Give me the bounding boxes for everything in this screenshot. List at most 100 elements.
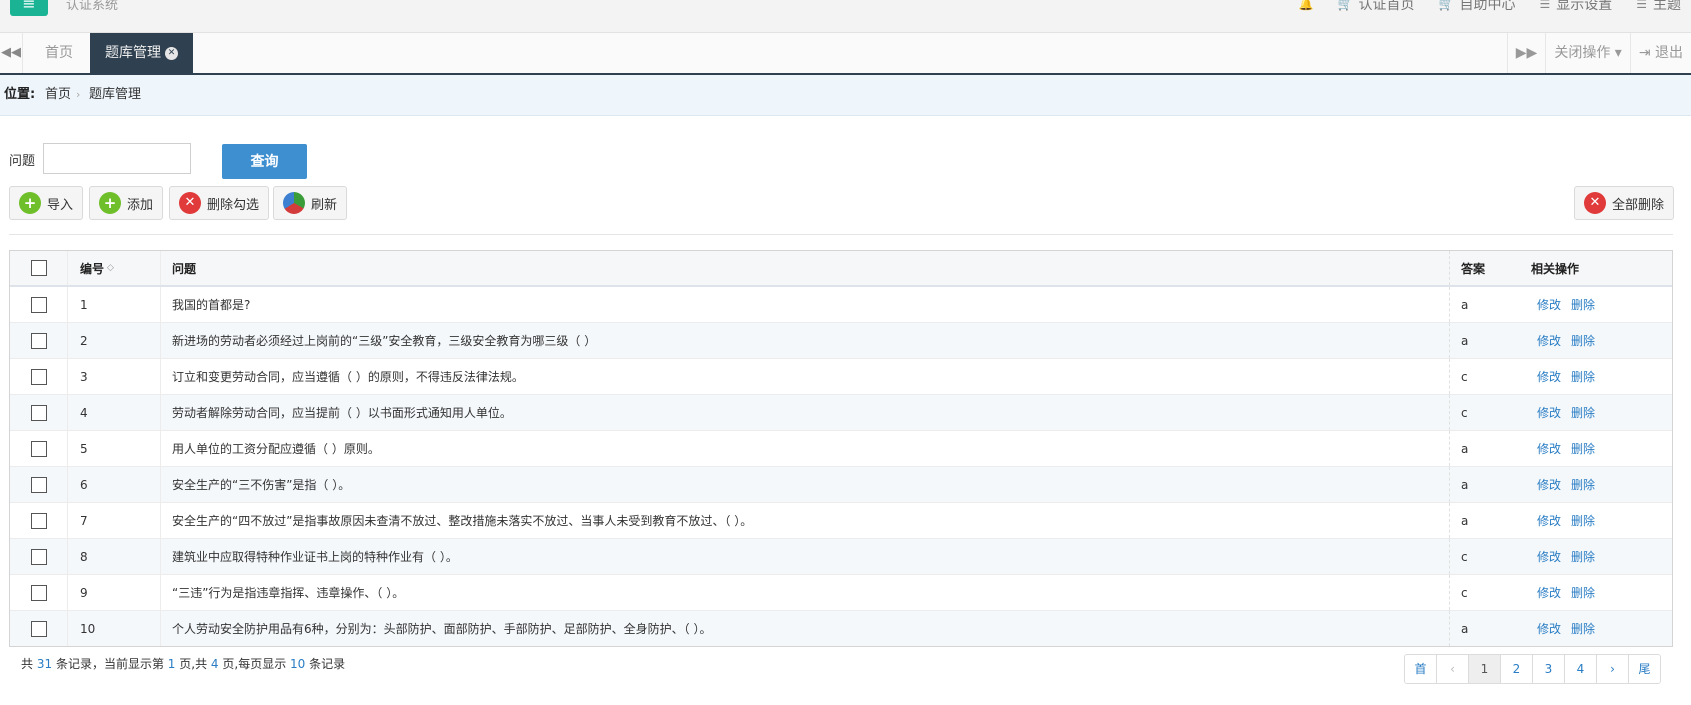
delete-link[interactable]: 删除 [1571, 296, 1595, 313]
edit-link[interactable]: 修改 [1537, 296, 1561, 313]
delete-link[interactable]: 删除 [1571, 332, 1595, 349]
logout-icon: ⇥ [1638, 45, 1655, 61]
row-actions: 修改 删除 [1523, 323, 1673, 358]
close-icon[interactable]: ✕ [165, 46, 178, 60]
row-id: 2 [68, 323, 161, 358]
row-question: 建筑业中应取得特种作业证书上岗的特种作业有（ ）。 [161, 539, 1450, 574]
list-icon: ☰ [1636, 0, 1647, 11]
nav-item-self-service[interactable]: 🛒 自助中心 [1439, 0, 1516, 14]
select-all-checkbox[interactable] [30, 260, 47, 276]
nav-item-theme[interactable]: ☰ 主题 [1636, 0, 1681, 14]
plus-circle-icon: + [19, 192, 41, 214]
x-circle-icon: ✕ [1584, 192, 1606, 214]
nav-item-display-settings[interactable]: ☰ 显示设置 [1539, 0, 1612, 14]
column-header-id[interactable]: 编号 ◇ [68, 251, 161, 285]
pager-page-1[interactable]: 1 [1468, 655, 1500, 683]
row-id: 8 [68, 539, 161, 574]
pager-page-2[interactable]: 2 [1500, 655, 1532, 683]
row-checkbox[interactable] [30, 512, 47, 529]
delete-link[interactable]: 删除 [1571, 368, 1595, 385]
delete-link[interactable]: 删除 [1571, 512, 1595, 529]
tab-question-bank[interactable]: 题库管理 ✕ [90, 33, 193, 73]
delete-link[interactable]: 删除 [1571, 620, 1595, 637]
pager-page-4[interactable]: 4 [1564, 655, 1596, 683]
delete-link[interactable]: 删除 [1571, 548, 1595, 565]
top-header: ≡ 认证系统 🔔 🛒 认证首页 🛒 自助中心 ☰ 显示设置 ☰ 主题 [0, 0, 1691, 33]
delete-link[interactable]: 删除 [1571, 476, 1595, 493]
row-actions: 修改 删除 [1523, 395, 1673, 430]
row-answer: a [1461, 621, 1469, 636]
row-question: 个人劳动安全防护用品有6种，分别为：头部防护、面部防护、手部防护、足部防护、全身… [161, 611, 1450, 646]
delete-link[interactable]: 删除 [1571, 404, 1595, 421]
tab-home[interactable]: 首页 [30, 33, 88, 73]
edit-link[interactable]: 修改 [1537, 332, 1561, 349]
tab-scroll-right-button[interactable]: ▶▶ [1506, 33, 1546, 73]
tab-controls: ▶▶ 关闭操作 ▾ ⇥ 退出 [1506, 33, 1691, 73]
add-button[interactable]: + 添加 [89, 186, 164, 220]
edit-link[interactable]: 修改 [1537, 404, 1561, 421]
sort-icon[interactable]: ◇ [107, 263, 114, 273]
row-checkbox[interactable] [30, 368, 47, 385]
row-question: 新进场的劳动者必须经过上岗前的“三级”安全教育，三级安全教育为哪三级（ ） [161, 323, 1450, 358]
menu-toggle-button[interactable]: ≡ [10, 0, 48, 16]
row-checkbox[interactable] [30, 440, 47, 457]
notification-bell[interactable]: 🔔 [1299, 0, 1314, 14]
row-checkbox[interactable] [30, 548, 47, 565]
row-select-cell [10, 359, 68, 394]
row-checkbox[interactable] [30, 476, 47, 493]
delete-selected-button[interactable]: ✕ 删除勾选 [169, 186, 270, 220]
row-checkbox[interactable] [30, 404, 47, 421]
query-button[interactable]: 查询 [222, 144, 307, 179]
delete-link[interactable]: 删除 [1571, 584, 1595, 601]
row-question: 订立和变更劳动合同，应当遵循（ ）的原则，不得违反法律法规。 [161, 359, 1450, 394]
system-title: 认证系统 [66, 0, 119, 13]
row-question: 安全生产的“四不放过”是指事故原因未查清不放过、整改措施未落实不放过、当事人未受… [161, 503, 1450, 538]
row-actions: 修改 删除 [1523, 575, 1673, 610]
row-select-cell [10, 395, 68, 430]
table-row: 1 我国的首都是? a 修改 删除 [10, 287, 1672, 323]
edit-link[interactable]: 修改 [1537, 440, 1561, 457]
row-actions: 修改 删除 [1523, 359, 1673, 394]
row-question: 劳动者解除劳动合同，应当提前（ ）以书面形式通知用人单位。 [161, 395, 1450, 430]
edit-link[interactable]: 修改 [1537, 512, 1561, 529]
table-row: 5 用人单位的工资分配应遵循（ ）原则。 a 修改 删除 [10, 431, 1672, 467]
edit-link[interactable]: 修改 [1537, 548, 1561, 565]
row-question: “三违”行为是指违章指挥、违章操作、（ ）。 [161, 575, 1450, 610]
pager-first-button[interactable]: 首 [1405, 655, 1436, 683]
records-per-page: 10 [290, 657, 306, 671]
question-table: 编号 ◇ 问题 答案 相关操作 1 我国的首都是? a 修改 删除 2 新进场的劳动者必须经过… [9, 250, 1673, 647]
row-checkbox[interactable] [30, 296, 47, 313]
row-select-cell [10, 611, 68, 646]
refresh-button[interactable]: 刷新 [273, 186, 348, 220]
pager-prev-button[interactable]: ‹ [1436, 655, 1468, 683]
breadcrumb-home-link[interactable]: 首页 [45, 75, 71, 115]
tab-scroll-left-button[interactable]: ◀◀ [0, 33, 23, 73]
edit-link[interactable]: 修改 [1537, 584, 1561, 601]
bell-icon: 🔔 [1298, 0, 1314, 11]
row-select-cell [10, 431, 68, 466]
double-chevron-right-icon: ▶▶ [1515, 45, 1538, 61]
delete-all-button[interactable]: ✕ 全部删除 [1574, 186, 1675, 220]
close-operations-dropdown[interactable]: 关闭操作 ▾ [1545, 33, 1629, 73]
row-checkbox[interactable] [30, 584, 47, 601]
record-summary: 共 31 条记录，当前显示第 1 页,共 4 页,每页显示 10 条记录 [21, 657, 346, 671]
pager-next-button[interactable]: › [1596, 655, 1628, 683]
edit-link[interactable]: 修改 [1537, 620, 1561, 637]
question-search-input[interactable] [43, 143, 191, 174]
row-id: 6 [68, 467, 161, 502]
table-row: 6 安全生产的“三不伤害”是指（ ）。 a 修改 删除 [10, 467, 1672, 503]
nav-item-cert-home[interactable]: 🛒 认证首页 [1338, 0, 1415, 14]
logout-button[interactable]: ⇥ 退出 [1629, 33, 1691, 73]
pager-last-button[interactable]: 尾 [1628, 655, 1660, 683]
pager-page-3[interactable]: 3 [1532, 655, 1564, 683]
row-checkbox[interactable] [30, 620, 47, 637]
row-checkbox[interactable] [30, 332, 47, 349]
table-body: 1 我国的首都是? a 修改 删除 2 新进场的劳动者必须经过上岗前的“三级”安全教育，三级… [10, 287, 1672, 646]
breadcrumb-label: 位置: [4, 87, 36, 102]
edit-link[interactable]: 修改 [1537, 368, 1561, 385]
row-id: 10 [68, 611, 161, 646]
row-actions: 修改 删除 [1523, 431, 1673, 466]
edit-link[interactable]: 修改 [1537, 476, 1561, 493]
delete-link[interactable]: 删除 [1571, 440, 1595, 457]
import-button[interactable]: + 导入 [9, 186, 84, 220]
